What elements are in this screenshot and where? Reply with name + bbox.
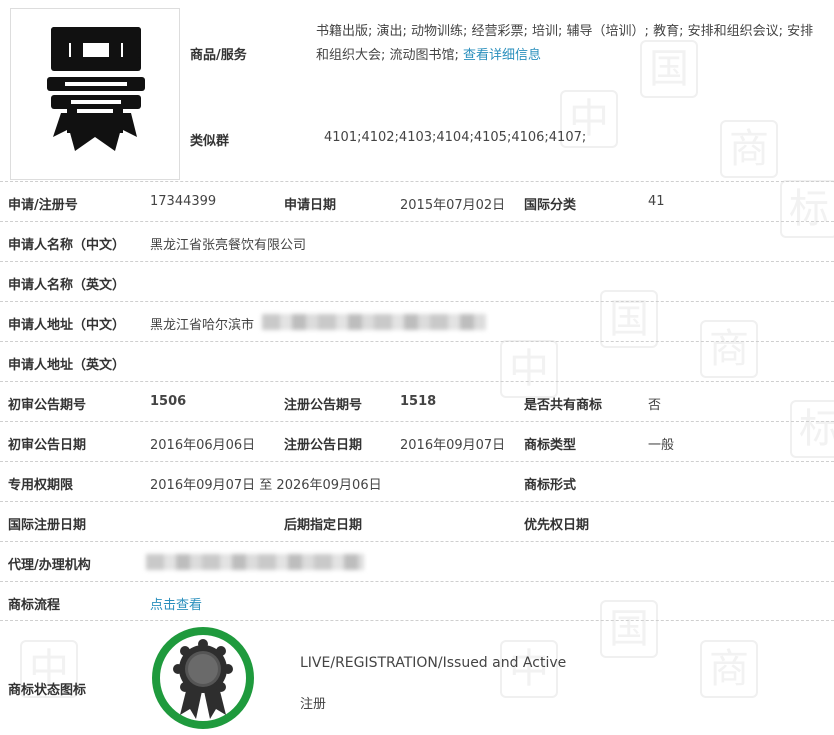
zhang-calligraphy-mark-icon bbox=[47, 27, 145, 151]
reg-pub-no-value: 1518 bbox=[400, 394, 437, 409]
status-en: LIVE/REGISTRATION/Issued and Active bbox=[300, 655, 567, 671]
reg-no-value: 17344399 bbox=[150, 194, 217, 209]
row-pub-no: 初审公告期号 1506 注册公告期号 1518 是否共有商标 否 bbox=[0, 381, 834, 422]
reg-pub-date-label: 注册公告日期 bbox=[284, 438, 363, 453]
exclusive-period-label: 专用权期限 bbox=[8, 478, 74, 493]
award-ribbon-icon bbox=[173, 639, 233, 719]
intl-class-value: 41 bbox=[648, 194, 665, 209]
shared-value: 否 bbox=[648, 398, 662, 413]
apply-date-label: 申请日期 bbox=[284, 198, 337, 213]
row-pub-date: 初审公告日期 2016年06月06日 注册公告日期 2016年09月07日 商标… bbox=[0, 421, 834, 462]
redacted-agent-block bbox=[146, 554, 364, 570]
row-applicant-en: 申请人名称（英文） bbox=[0, 261, 834, 302]
similar-group-label: 类似群 bbox=[190, 134, 230, 149]
prelim-pub-no-value: 1506 bbox=[150, 394, 187, 409]
applicant-en-label: 申请人名称（英文） bbox=[8, 278, 126, 293]
address-cn-value: 黑龙江省哈尔滨市 bbox=[150, 318, 255, 333]
goods-services-text: 书籍出版; 演出; 动物训练; 经营彩票; 培训; 辅导（培训）; 教育; 安排… bbox=[316, 24, 814, 63]
reg-pub-date-value: 2016年09月07日 bbox=[400, 438, 506, 453]
goods-services-value: 书籍出版; 演出; 动物训练; 经营彩票; 培训; 辅导（培训）; 教育; 安排… bbox=[316, 20, 826, 68]
row-status: 商标状态图标 LIVE/REGISTRATION/Issued and Acti… bbox=[0, 620, 834, 735]
view-details-link[interactable]: 查看详细信息 bbox=[463, 48, 541, 63]
later-designation-label: 后期指定日期 bbox=[284, 518, 363, 533]
agent-label: 代理/办理机构 bbox=[8, 558, 91, 573]
apply-date-value: 2015年07月02日 bbox=[400, 198, 506, 213]
row-dates: 国际注册日期 后期指定日期 优先权日期 bbox=[0, 501, 834, 542]
row-exclusive-period: 专用权期限 2016年09月07日 至 2026年09月06日 商标形式 bbox=[0, 461, 834, 502]
intl-reg-date-label: 国际注册日期 bbox=[8, 518, 87, 533]
exclusive-period-value: 2016年09月07日 至 2026年09月06日 bbox=[150, 478, 382, 493]
redacted-address-block bbox=[262, 314, 486, 330]
address-cn-label: 申请人地址（中文） bbox=[8, 318, 126, 333]
status-cn: 注册 bbox=[300, 697, 327, 712]
process-label: 商标流程 bbox=[8, 598, 61, 613]
intl-class-label: 国际分类 bbox=[524, 198, 577, 213]
row-applicant-cn: 申请人名称（中文） 黑龙江省张亮餐饮有限公司 bbox=[0, 221, 834, 262]
applicant-cn-label: 申请人名称（中文） bbox=[8, 238, 126, 253]
prelim-pub-date-label: 初审公告日期 bbox=[8, 438, 87, 453]
address-en-label: 申请人地址（英文） bbox=[8, 358, 126, 373]
similar-group-value: 4101;4102;4103;4104;4105;4106;4107; bbox=[324, 130, 587, 145]
mark-type-label: 商标类型 bbox=[524, 438, 577, 453]
reg-no-label: 申请/注册号 bbox=[8, 198, 78, 213]
row-reg-no: 申请/注册号 17344399 申请日期 2015年07月02日 国际分类 41 bbox=[0, 181, 834, 222]
row-address-en: 申请人地址（英文） bbox=[0, 341, 834, 382]
row-address-cn: 申请人地址（中文） 黑龙江省哈尔滨市 bbox=[0, 301, 834, 342]
process-view-link[interactable]: 点击查看 bbox=[150, 594, 202, 613]
priority-date-label: 优先权日期 bbox=[524, 518, 590, 533]
row-agent: 代理/办理机构 bbox=[0, 541, 834, 582]
trademark-header: 商品/服务 书籍出版; 演出; 动物训练; 经营彩票; 培训; 辅导（培训）; … bbox=[0, 0, 834, 182]
goods-services-label: 商品/服务 bbox=[190, 48, 247, 63]
shared-label: 是否共有商标 bbox=[524, 398, 603, 413]
mark-type-value: 一般 bbox=[648, 438, 675, 453]
trademark-image bbox=[10, 8, 180, 180]
applicant-cn-value: 黑龙江省张亮餐饮有限公司 bbox=[150, 238, 307, 253]
status-ring bbox=[152, 627, 254, 729]
prelim-pub-date-value: 2016年06月06日 bbox=[150, 438, 256, 453]
status-label: 商标状态图标 bbox=[8, 683, 87, 698]
prelim-pub-no-label: 初审公告期号 bbox=[8, 398, 87, 413]
mark-form-label: 商标形式 bbox=[524, 478, 577, 493]
reg-pub-no-label: 注册公告期号 bbox=[284, 398, 363, 413]
row-process: 商标流程 点击查看 bbox=[0, 581, 834, 622]
